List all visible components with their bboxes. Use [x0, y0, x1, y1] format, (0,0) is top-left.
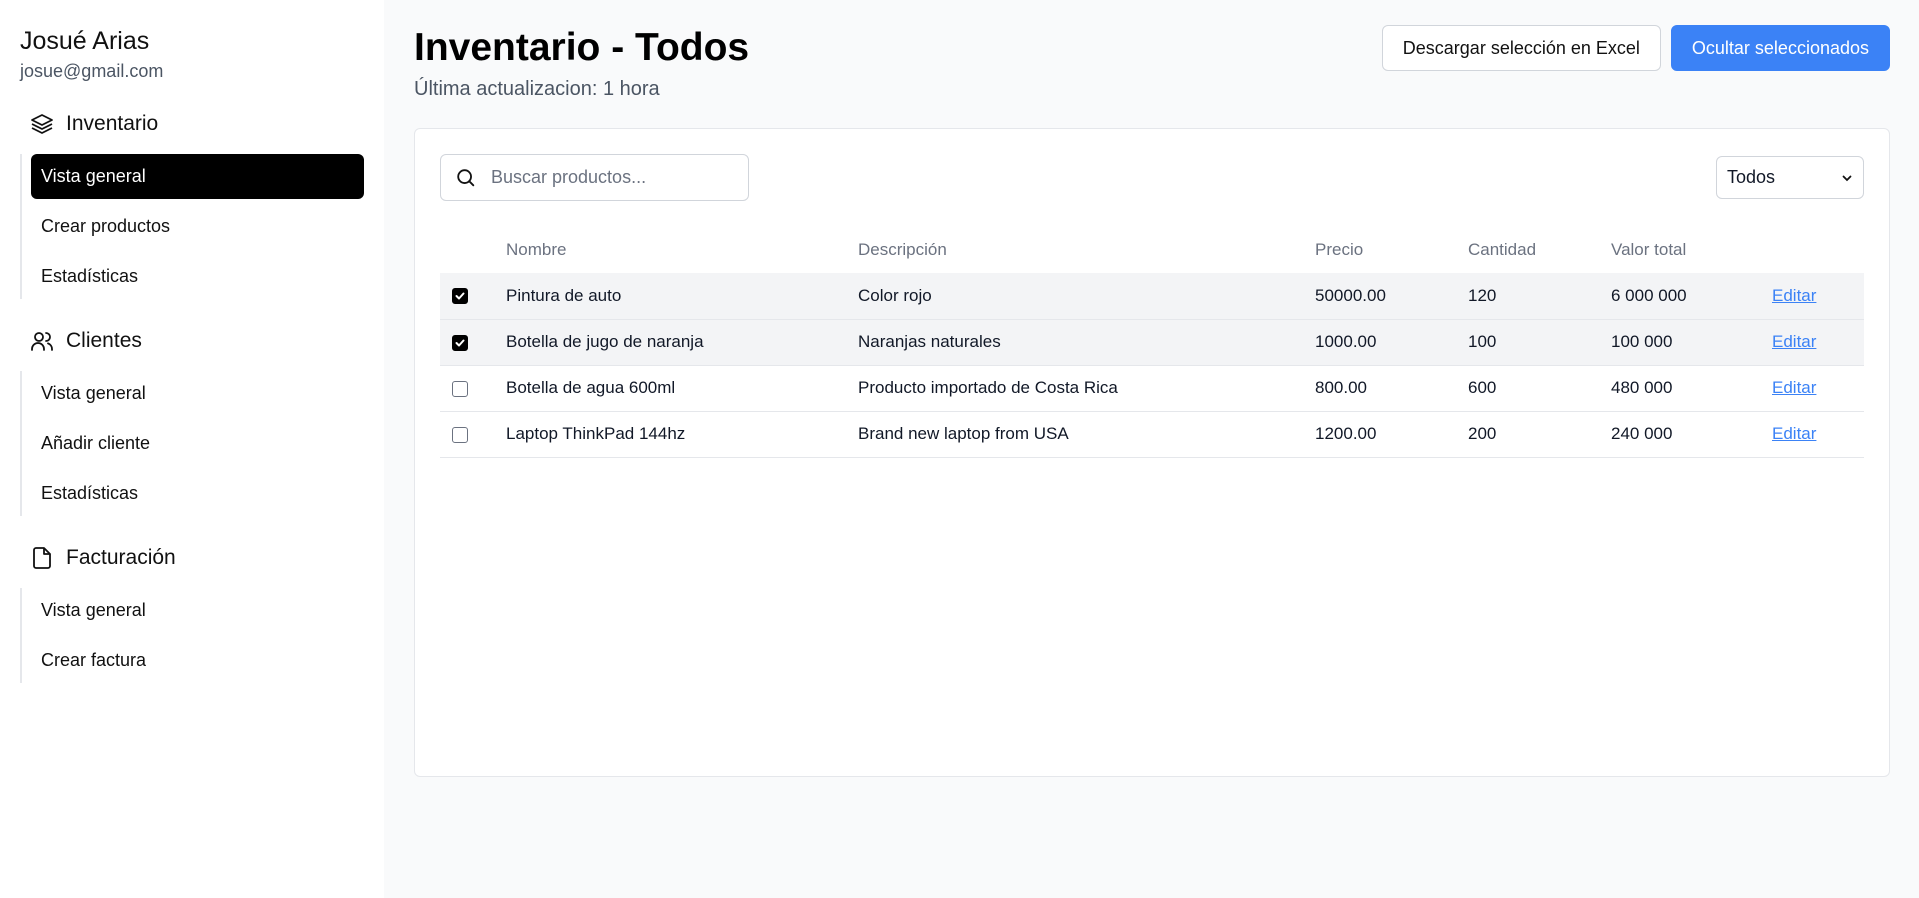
row-checkbox[interactable]: [452, 426, 468, 443]
cell-valor-total: 240 000: [1611, 411, 1772, 458]
section-list-clientes: Vista general Añadir cliente Estadística…: [20, 371, 364, 516]
cell-precio: 800.00: [1315, 365, 1468, 412]
row-checkbox[interactable]: [452, 288, 468, 305]
cell-precio: 1200.00: [1315, 411, 1468, 458]
row-checkbox[interactable]: [452, 380, 468, 397]
sidebar-item-crear-factura[interactable]: Crear factura: [31, 638, 364, 683]
cell-valor-total: 480 000: [1611, 365, 1772, 412]
column-header-valor-total: Valor total: [1611, 240, 1687, 259]
inventory-card: Todos Nombre Descripción Precio Cantidad…: [414, 128, 1890, 777]
page-header: Inventario - Todos Última actualizacion:…: [414, 24, 1890, 102]
cell-cantidad: 120: [1468, 273, 1611, 320]
sidebar-item-facturacion-vista-general[interactable]: Vista general: [31, 588, 364, 633]
section-list-facturacion: Vista general Crear factura: [20, 588, 364, 683]
sidebar-item-inventario-vista-general[interactable]: Vista general: [31, 154, 364, 199]
cell-cantidad: 100: [1468, 319, 1611, 366]
section-title-clientes: Clientes: [66, 329, 142, 352]
layers-icon: [31, 114, 53, 134]
cell-valor-total: 100 000: [1611, 319, 1772, 366]
hide-selected-button[interactable]: Ocultar seleccionados: [1670, 25, 1890, 71]
chevron-down-icon: [1842, 175, 1852, 181]
search-input[interactable]: [491, 167, 731, 188]
cell-nombre: Botella de jugo de naranja: [506, 319, 858, 366]
cell-cantidad: 200: [1468, 411, 1611, 458]
sidebar-item-clientes-vista-general[interactable]: Vista general: [31, 371, 364, 416]
cell-descripcion: Brand new laptop from USA: [858, 411, 1315, 458]
section-facturacion: Facturación: [20, 542, 364, 574]
table-row: Pintura de auto Color rojo 50000.00 120 …: [440, 273, 1864, 320]
table-header-row: Nombre Descripción Precio Cantidad Valor…: [440, 227, 1864, 273]
download-excel-button[interactable]: Descargar selección en Excel: [1381, 25, 1661, 71]
user-email: josue@gmail.com: [20, 61, 164, 81]
cell-descripcion: Producto importado de Costa Rica: [858, 365, 1315, 412]
cell-precio: 50000.00: [1315, 273, 1468, 320]
table-row: Botella de agua 600ml Producto importado…: [440, 365, 1864, 412]
cell-precio: 1000.00: [1315, 319, 1468, 366]
sidebar: Josué Arias josue@gmail.com Inventario V…: [0, 0, 384, 898]
edit-link[interactable]: Editar: [1772, 378, 1816, 397]
cell-nombre: Botella de agua 600ml: [506, 365, 858, 412]
column-header-nombre: Nombre: [506, 240, 567, 259]
sidebar-item-inventario-estadisticas[interactable]: Estadísticas: [31, 254, 364, 299]
page-title: Inventario - Todos: [414, 26, 750, 69]
table-row: Botella de jugo de naranja Naranjas natu…: [440, 319, 1864, 366]
cell-nombre: Pintura de auto: [506, 273, 858, 320]
user-name: Josué Arias: [20, 27, 150, 55]
column-header-precio: Precio: [1315, 240, 1364, 259]
table-row: Laptop ThinkPad 144hz Brand new laptop f…: [440, 411, 1864, 458]
edit-link[interactable]: Editar: [1772, 332, 1816, 351]
cell-cantidad: 600: [1468, 365, 1611, 412]
section-clientes: Clientes: [20, 325, 364, 357]
cell-descripcion: Naranjas naturales: [858, 319, 1315, 366]
column-header-descripcion: Descripción: [858, 240, 947, 259]
search-box: [440, 154, 749, 201]
edit-link[interactable]: Editar: [1772, 286, 1816, 305]
section-title-inventario: Inventario: [66, 112, 159, 135]
edit-link[interactable]: Editar: [1772, 424, 1816, 443]
section-title-facturacion: Facturación: [66, 546, 176, 569]
cell-valor-total: 6 000 000: [1611, 273, 1772, 320]
users-icon: [31, 332, 53, 351]
sidebar-item-crear-productos[interactable]: Crear productos: [31, 204, 364, 249]
inventory-table: Nombre Descripción Precio Cantidad Valor…: [440, 227, 1864, 458]
header-actions: Descargar selección en Excel Ocultar sel…: [1381, 25, 1890, 71]
table-toolbar: Todos: [440, 154, 1864, 201]
cell-nombre: Laptop ThinkPad 144hz: [506, 411, 858, 458]
last-updated: Última actualizacion: 1 hora: [414, 78, 660, 100]
section-inventario: Inventario: [20, 108, 364, 140]
sidebar-item-anadir-cliente[interactable]: Añadir cliente: [31, 421, 364, 466]
column-header-actions: [1772, 227, 1864, 273]
search-icon: [457, 168, 475, 186]
file-icon: [33, 547, 51, 569]
filter-select-value: Todos: [1727, 167, 1776, 187]
sidebar-item-clientes-estadisticas[interactable]: Estadísticas: [31, 471, 364, 516]
header-select: [440, 227, 506, 273]
filter-select[interactable]: Todos: [1716, 156, 1864, 199]
check-icon: [455, 292, 465, 300]
cell-descripcion: Color rojo: [858, 273, 1315, 320]
column-header-cantidad: Cantidad: [1468, 240, 1537, 259]
row-checkbox[interactable]: [452, 334, 468, 351]
check-icon: [455, 339, 465, 347]
main-content: Inventario - Todos Última actualizacion:…: [384, 0, 1919, 898]
section-list-inventario: Vista general Crear productos Estadístic…: [20, 154, 364, 299]
